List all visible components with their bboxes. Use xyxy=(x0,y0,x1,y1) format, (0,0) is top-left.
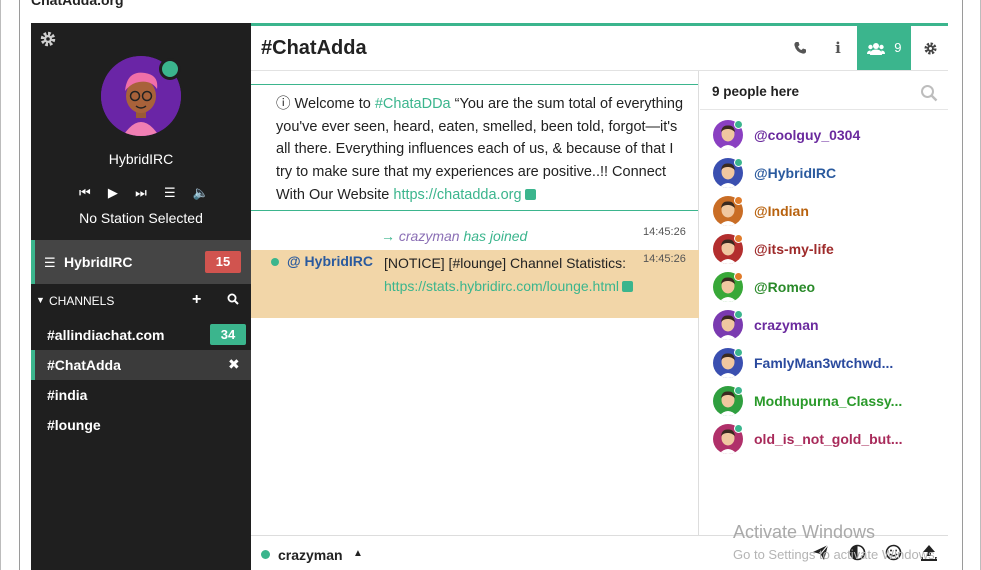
search-users-icon[interactable] xyxy=(920,84,938,102)
join-arrow-icon: → xyxy=(381,228,395,244)
people-list-button[interactable]: 9 xyxy=(857,26,911,70)
play-icon[interactable]: ▶ xyxy=(108,185,118,201)
own-nick-selector[interactable]: crazyman xyxy=(278,547,343,563)
station-status: No Station Selected xyxy=(79,210,203,226)
people-count: 9 xyxy=(894,40,902,55)
settings-gear-icon[interactable] xyxy=(39,30,57,48)
message-list[interactable]: ⓘ Welcome to #ChataDDa “You are the sum … xyxy=(251,71,699,535)
message-timestamp: 14:45:26 xyxy=(643,253,686,265)
user-status-indicator xyxy=(734,424,743,433)
user-status-indicator xyxy=(734,386,743,395)
user-status-indicator xyxy=(734,272,743,281)
watermark-title: Activate Windows xyxy=(733,522,876,542)
server-icon: ☰ xyxy=(44,255,56,270)
user-count-label: 9 people here xyxy=(712,84,800,99)
own-status-dot xyxy=(261,550,270,559)
channel-topic: ⓘ Welcome to #ChataDDa “You are the sum … xyxy=(251,84,698,211)
channel-title: #ChatAdda xyxy=(261,37,367,59)
join-message: → crazyman has joined xyxy=(381,228,527,244)
user-status-indicator xyxy=(734,120,743,129)
channel-item-lounge[interactable]: #lounge xyxy=(31,410,251,440)
caret-up-icon[interactable]: ▲ xyxy=(353,548,363,559)
channel-header: #ChatAdda i 9 xyxy=(251,26,948,71)
user-nick[interactable]: old_is_not_gold_but... xyxy=(754,431,903,447)
user-status-indicator xyxy=(734,310,743,319)
message-timestamp: 14:45:26 xyxy=(643,226,686,238)
user-list-item[interactable]: @coolguy_0304 xyxy=(713,120,943,152)
user-list-item[interactable]: FamlyMan3wtchwd... xyxy=(713,348,943,380)
sidebar: HybridIRC ⏮ ▶ ⏭ ☰ 🔈 No Station Selected … xyxy=(31,23,251,570)
join-nick[interactable]: crazyman xyxy=(399,228,460,244)
channel-name: #allindiachat.com xyxy=(47,327,165,343)
channel-name: #india xyxy=(47,387,88,403)
user-status-indicator xyxy=(734,196,743,205)
user-list-item[interactable]: @Romeo xyxy=(713,272,943,304)
channels-header[interactable]: ▼ CHANNELS + xyxy=(31,291,251,311)
caret-down-icon[interactable]: ▼ xyxy=(36,295,45,305)
user-nick[interactable]: @HybridIRC xyxy=(754,165,836,181)
user-status-indicator xyxy=(734,234,743,243)
station-list-icon[interactable]: ☰ xyxy=(164,185,176,201)
notice-nick[interactable]: @ HybridIRC xyxy=(287,253,373,269)
watermark-subtitle: Go to Settings to activate Windows. xyxy=(733,547,939,562)
external-link-icon[interactable] xyxy=(524,188,536,200)
phone-icon[interactable] xyxy=(781,26,819,70)
user-list-item[interactable]: @HybridIRC xyxy=(713,158,943,190)
users-icon xyxy=(866,42,885,55)
add-channel-icon[interactable]: + xyxy=(192,291,201,309)
user-nick[interactable]: FamlyMan3wtchwd... xyxy=(754,355,893,371)
user-nick[interactable]: crazyman xyxy=(754,317,819,333)
own-nick: HybridIRC xyxy=(108,151,174,167)
channels-header-label: CHANNELS xyxy=(49,294,115,308)
channel-item-allindiachat[interactable]: #allindiachat.com 34 xyxy=(31,320,251,350)
network-name: HybridIRC xyxy=(64,254,133,270)
user-nick[interactable]: @its-my-life xyxy=(754,241,834,257)
join-text: has joined xyxy=(463,228,528,244)
topic-url-link[interactable]: https://chatadda.org xyxy=(393,187,521,203)
user-status-indicator xyxy=(734,348,743,357)
network-unread-badge: 15 xyxy=(205,251,241,273)
user-list-item[interactable]: old_is_not_gold_but... xyxy=(713,424,943,456)
user-list-item[interactable]: Modhupurna_Classy... xyxy=(713,386,943,418)
previous-track-icon[interactable]: ⏮ xyxy=(79,185,91,201)
notice-status-dot xyxy=(271,258,279,266)
volume-icon[interactable]: 🔈 xyxy=(193,185,209,201)
user-nick[interactable]: @coolguy_0304 xyxy=(754,127,860,143)
topic-prefix: ⓘ Welcome to xyxy=(276,96,375,112)
channel-name: #ChatAdda xyxy=(47,357,121,373)
topic-channel-link[interactable]: #ChataDDa xyxy=(375,96,451,112)
user-nick[interactable]: Modhupurna_Classy... xyxy=(754,393,902,409)
search-channels-icon[interactable] xyxy=(227,293,239,305)
divider xyxy=(700,109,948,110)
user-nick[interactable]: @Indian xyxy=(754,203,809,219)
user-list-item[interactable]: @its-my-life xyxy=(713,234,943,266)
user-list-item[interactable]: crazyman xyxy=(713,310,943,342)
user-list-item[interactable]: @Indian xyxy=(713,196,943,228)
user-list: 9 people here @coolguy_0304 @HybridIRC @In… xyxy=(700,71,948,535)
external-link-icon[interactable] xyxy=(622,280,633,292)
close-icon[interactable]: ✖ xyxy=(228,356,240,373)
user-status-indicator xyxy=(734,158,743,167)
channel-settings-gear-icon[interactable] xyxy=(911,26,949,70)
channel-unread-badge: 34 xyxy=(210,324,246,345)
notice-message: @ HybridIRC [NOTICE] [#lounge] Channel S… xyxy=(251,250,699,318)
info-icon[interactable]: i xyxy=(819,26,857,70)
channel-item-india[interactable]: #india xyxy=(31,380,251,410)
channel-item-chatadda[interactable]: #ChatAdda ✖ xyxy=(31,350,251,380)
network-item[interactable]: ☰ HybridIRC 15 xyxy=(31,240,251,284)
notice-body: [NOTICE] [#lounge] Channel Statistics: h… xyxy=(384,252,634,297)
online-status-indicator xyxy=(159,58,181,80)
next-track-icon[interactable]: ⏭ xyxy=(135,185,147,201)
radio-player-controls: ⏮ ▶ ⏭ ☰ 🔈 xyxy=(79,185,209,201)
app-window: ChatAdda.org HybridIRC ⏮ ▶ ⏭ ☰ 🔈 No Stat… xyxy=(0,0,981,570)
notice-text: [NOTICE] [#lounge] Channel Statistics: xyxy=(384,255,626,271)
channel-name: #lounge xyxy=(47,417,101,433)
notice-url-link[interactable]: https://stats.hybridirc.com/lounge.html xyxy=(384,278,619,294)
user-nick[interactable]: @Romeo xyxy=(754,279,815,295)
